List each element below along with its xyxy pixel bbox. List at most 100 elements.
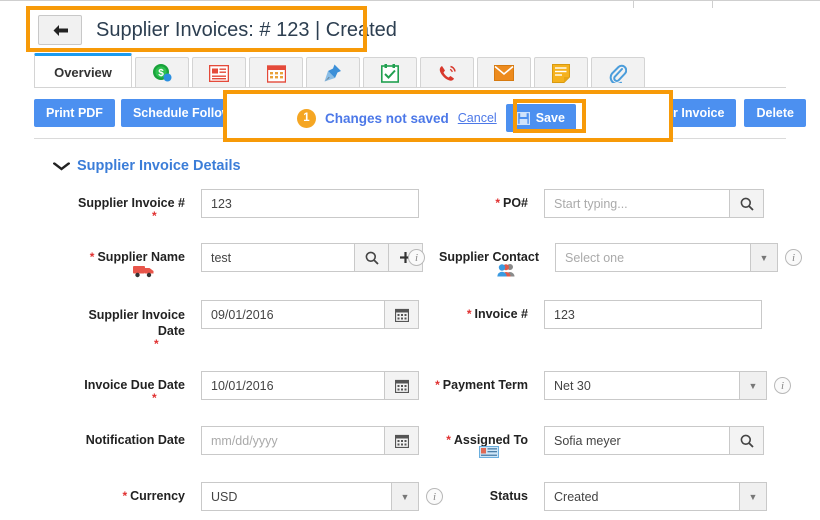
field-supplier-name: * Supplier Name test	[60, 243, 423, 278]
label-text: Invoice Due Date	[84, 378, 185, 392]
save-button-label: Save	[535, 111, 565, 125]
pin-icon	[323, 63, 343, 83]
supplier-invoice-no-input[interactable]: 123	[201, 189, 419, 218]
tab-notes[interactable]	[534, 57, 588, 88]
back-arrow-icon[interactable]	[38, 15, 82, 45]
label-text: Notification Date	[85, 433, 185, 447]
supplier-name-input[interactable]: test	[201, 243, 355, 272]
label-text: Status	[489, 489, 528, 503]
chevron-down-icon[interactable]: ▼	[740, 371, 767, 400]
supplier-invoice-date-label: Supplier Invoice Date *	[60, 300, 185, 351]
payment-term-select[interactable]: Net 30	[544, 371, 740, 400]
supplier-invoice-date-input[interactable]: 09/01/2016	[201, 300, 385, 329]
task-check-icon	[381, 63, 399, 83]
notification-date-placeholder: mm/dd/yyyy	[211, 433, 278, 448]
label-text: Payment Term	[442, 378, 528, 392]
save-button[interactable]: Save	[505, 104, 576, 132]
invoice-due-date-label: Invoice Due Date *	[60, 371, 185, 405]
field-invoice-due-date: Invoice Due Date * 10/01/2016	[60, 371, 419, 405]
action-toolbar-right: r Invoice Delete	[661, 99, 806, 127]
required-asterisk: *	[466, 307, 472, 321]
floppy-disk-icon	[516, 111, 530, 125]
unsaved-message: Changes not saved	[325, 110, 449, 126]
assigned-to-value: Sofia meyer	[554, 433, 621, 448]
status-select[interactable]: Created	[544, 482, 740, 511]
required-asterisk: *	[152, 209, 157, 223]
print-pdf-button[interactable]: Print PDF	[34, 99, 115, 127]
label-text: Supplier Name	[97, 250, 185, 264]
payment-term-info-icon[interactable]: i	[774, 377, 791, 394]
label-text: Currency	[130, 489, 185, 503]
cancel-link[interactable]: Cancel	[458, 111, 497, 125]
tab-overview-label: Overview	[54, 64, 112, 80]
chevron-down-icon[interactable]: ▼	[751, 243, 778, 272]
supplier-name-value: test	[211, 250, 232, 265]
delete-button[interactable]: Delete	[744, 99, 806, 127]
invoice-due-date-input[interactable]: 10/01/2016	[201, 371, 385, 400]
calendar-picker-icon[interactable]	[385, 426, 419, 455]
notes-icon	[552, 63, 570, 83]
field-invoice-no: * Invoice # 123	[430, 300, 762, 330]
tab-overview[interactable]: Overview	[34, 53, 132, 88]
invoice-no-input[interactable]: 123	[544, 300, 762, 329]
label-text: Invoice #	[474, 307, 529, 321]
field-payment-term: * Payment Term Net 30 ▼ i	[409, 371, 791, 401]
money-dollar-icon: $	[152, 63, 172, 83]
supplier-contact-info-icon-right[interactable]: i	[785, 249, 802, 266]
field-supplier-invoice-date: Supplier Invoice Date * 09/01/2016	[60, 300, 419, 351]
label-text: Supplier Contact	[438, 250, 539, 264]
invoice-due-date-value: 10/01/2016	[211, 378, 274, 393]
invoice-button[interactable]: r Invoice	[661, 99, 737, 127]
supplier-invoice-no-value: 123	[211, 196, 232, 211]
payment-term-value: Net 30	[554, 378, 591, 393]
tab-money[interactable]: $	[135, 57, 189, 88]
supplier-contact-select[interactable]: Select one	[555, 243, 751, 272]
status-label: Status	[409, 482, 528, 504]
schedule-follow-button[interactable]: Schedule Follow	[120, 99, 244, 127]
section-header[interactable]: Supplier Invoice Details	[53, 158, 241, 174]
chevron-down-icon[interactable]: ▼	[740, 482, 767, 511]
po-no-label: * PO#	[418, 189, 528, 211]
action-toolbar: Print PDF Schedule Follow	[34, 99, 244, 127]
svg-text:$: $	[158, 68, 164, 79]
assigned-to-search-button[interactable]	[730, 426, 764, 455]
tab-calendar[interactable]	[249, 57, 303, 88]
calendar-red-icon	[266, 64, 286, 83]
supplier-invoice-no-label: Supplier Invoice # *	[60, 189, 185, 223]
supplier-contact-placeholder: Select one	[565, 250, 625, 265]
unsaved-count-badge: 1	[297, 108, 316, 128]
assigned-to-label: * Assigned To	[420, 426, 528, 458]
label-text: Supplier Invoice Date	[88, 308, 185, 338]
assigned-to-input[interactable]: Sofia meyer	[544, 426, 730, 455]
po-no-input[interactable]: Start typing...	[544, 189, 730, 218]
required-asterisk: *	[495, 196, 500, 210]
label-text: Assigned To	[453, 433, 528, 447]
required-asterisk: *	[446, 433, 451, 447]
invoice-no-label: * Invoice #	[430, 300, 528, 322]
tab-attachment[interactable]	[591, 57, 645, 88]
page-header: Supplier Invoices: # 123 | Created	[38, 12, 397, 48]
section-title: Supplier Invoice Details	[77, 158, 241, 174]
po-no-search-button[interactable]	[730, 189, 764, 218]
attachment-paperclip-icon	[609, 64, 627, 83]
tab-invoice-lines[interactable]	[192, 57, 246, 88]
field-notification-date: Notification Date mm/dd/yyyy	[60, 426, 419, 456]
invoice-no-value: 123	[554, 307, 575, 322]
notification-date-input[interactable]: mm/dd/yyyy	[201, 426, 385, 455]
tab-phone[interactable]	[420, 57, 474, 88]
tab-pin[interactable]	[306, 57, 360, 88]
tab-task[interactable]	[363, 57, 417, 88]
tab-email[interactable]	[477, 57, 531, 88]
page-title: Supplier Invoices: # 123 | Created	[96, 18, 397, 41]
email-envelope-icon	[494, 65, 514, 81]
calendar-picker-icon[interactable]	[385, 300, 419, 329]
field-currency: * Currency USD ▼ i	[60, 482, 443, 512]
status-value: Created	[554, 489, 599, 504]
phone-call-icon	[438, 64, 457, 83]
currency-select[interactable]: USD	[201, 482, 392, 511]
toolbar-rule	[34, 138, 786, 139]
tab-bottom-rule	[34, 87, 786, 88]
supplier-name-search-button[interactable]	[355, 243, 389, 272]
supplier-contact-info-icon[interactable]: i	[408, 249, 425, 266]
supplier-contact-label: Supplier Contact	[425, 243, 539, 277]
